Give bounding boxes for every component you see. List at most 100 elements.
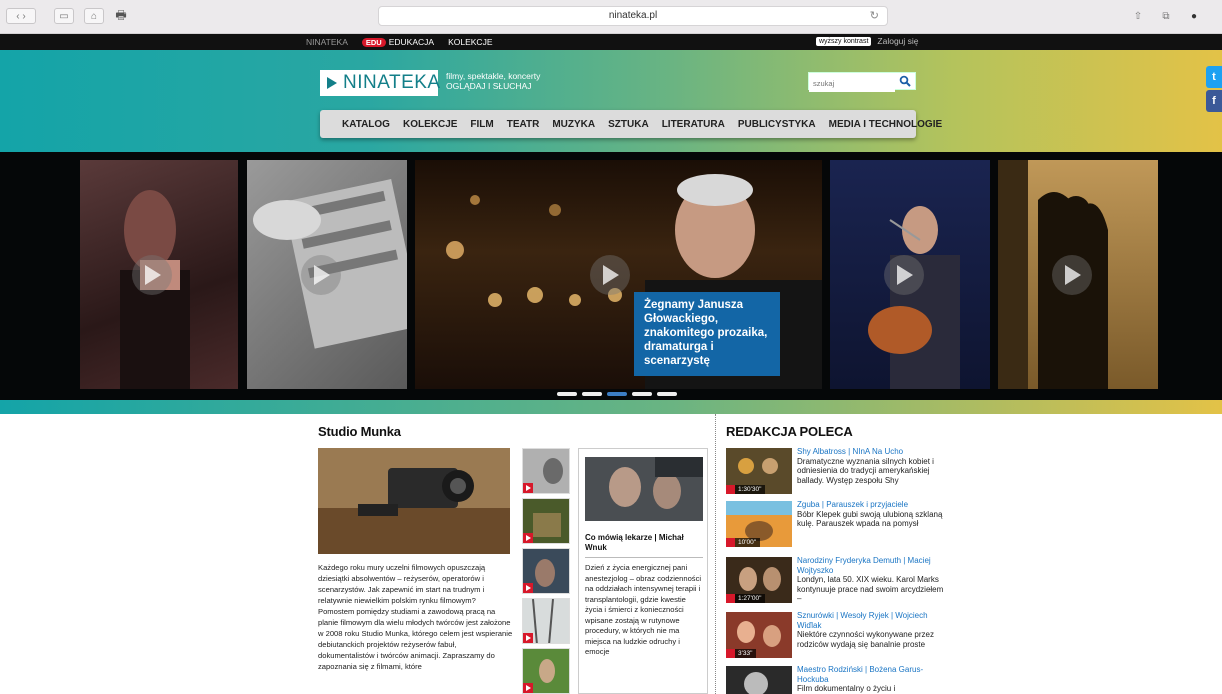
nav-muzyka[interactable]: MUZYKA [552,119,595,130]
recommended-thumb: 10'00" [726,501,792,547]
top-link-edukacja[interactable]: EDU EDUKACJA [361,37,435,47]
downloads-icon[interactable]: ● [1184,8,1204,24]
studio-thumb-3[interactable] [522,548,570,594]
main-nav: KATALOG KOLEKCJE FILM TEATR MUZYKA SZTUK… [320,110,942,138]
play-icon[interactable] [523,533,533,543]
print-icon[interactable]: 🖶 [112,8,130,24]
thumb-image [726,666,792,694]
recommended-desc: Niektóre czynności wykonywane przez rodz… [797,630,934,649]
recommended-title[interactable]: Shy Albatross | NInA Na Ucho [797,447,949,457]
studio-munka-heading: Studio Munka [318,424,401,439]
recommended-desc: Bóbr Klepek gubi swoją ulubioną szklaną … [797,509,943,529]
tagline-line1: filmy, spektakle, koncerty [446,71,541,81]
logo-text: NINATEKA [343,72,441,93]
search-icon[interactable] [899,75,911,87]
tagline: filmy, spektakle, koncerty OGLĄDAJ I SŁU… [446,71,540,91]
recommended-text: Maestro Rodziński | Bożena Garus-Hockuba… [797,665,949,693]
top-link-kolekcje[interactable]: KOLEKCJE [448,37,492,47]
studio-munka-image[interactable] [318,448,510,554]
site-header: NINATEKA filmy, spektakle, koncerty OGLĄ… [0,50,1222,152]
tagline-line2: OGLĄDAJ I SŁUCHAJ [446,81,532,91]
play-icon[interactable] [1052,255,1092,295]
slide-5[interactable] [998,160,1158,389]
duration-badge: 1:30'30" [726,485,766,494]
nav-film[interactable]: FILM [470,119,493,130]
high-contrast-button[interactable]: wyższy kontrast [816,36,872,46]
recommended-title[interactable]: Maestro Rodziński | Bożena Garus-Hockuba [797,665,949,684]
card-divider [585,557,703,558]
recommended-title[interactable]: Sznurówki | Wesoły Ryjek | Wojciech Wiďl… [797,611,949,630]
recommended-text: Narodziny Fryderyka Demuth | Maciej Wojt… [797,556,949,604]
recommended-desc: Dramatyczne wyznania silnych kobiet i od… [797,456,934,485]
carousel-dot-active[interactable] [607,392,627,396]
home-icon[interactable]: ⌂ [84,8,104,24]
share-icon[interactable]: ⇧ [1128,8,1148,24]
carousel-dot[interactable] [632,392,652,396]
nav-teatr[interactable]: TEATR [507,119,540,130]
play-icon[interactable] [132,255,172,295]
play-icon[interactable] [523,583,533,593]
play-icon[interactable] [590,255,630,295]
recommended-item[interactable]: 10'00" Zguba | Parauszek i przyjaciele B… [726,500,949,549]
top-link-ninateka[interactable]: NINATEKA [306,37,348,47]
carousel-dot[interactable] [557,392,577,396]
back-forward-buttons[interactable]: ‹ › [6,8,36,24]
nav-sztuka[interactable]: SZTUKA [608,119,649,130]
card-title[interactable]: Co mówią lekarze | Michał Wnuk [585,533,703,553]
login-link[interactable]: Zaloguj się [877,36,918,46]
carousel-dot[interactable] [582,392,602,396]
recommended-item[interactable]: Maestro Rodziński | Bożena Garus-Hockuba… [726,665,949,694]
duration-badge: 10'00" [726,538,761,547]
nav-media[interactable]: MEDIA I TECHNOLOGIE [829,119,943,130]
card-image [585,457,703,521]
recommended-desc: Londyn, lata 50. XIX wieku. Karol Marks … [797,575,944,603]
edukacja-label: EDUKACJA [388,37,435,47]
gradient-divider [0,400,1222,414]
play-icon[interactable] [301,255,341,295]
column-divider [715,414,716,694]
logo[interactable]: NINATEKA [320,70,441,96]
recommended-title[interactable]: Zguba | Parauszek i przyjaciele [797,500,949,510]
recommended-item[interactable]: 1:27'00" Narodziny Fryderyka Demuth | Ma… [726,556,949,605]
play-icon[interactable] [884,255,924,295]
slide-2[interactable] [247,160,407,389]
nav-katalog[interactable]: KATALOG [342,119,390,130]
recommended-item[interactable]: 3'33" Sznurówki | Wesoły Ryjek | Wojciec… [726,611,949,660]
play-icon[interactable] [523,633,533,643]
sidebar-toggle-icon[interactable]: ▭ [54,8,74,24]
slide-4[interactable] [830,160,990,389]
recommended-item[interactable]: 1:30'30" Shy Albatross | NInA Na Ucho Dr… [726,447,949,496]
recommended-title[interactable]: Narodziny Fryderyka Demuth | Maciej Wojt… [797,556,949,575]
twitter-icon[interactable]: t [1206,66,1222,88]
search-input[interactable] [809,75,895,92]
browser-toolbar: ‹ › ▭ ⌂ 🖶 ninateka.pl ↻ ⇧ ⧉ ● [0,0,1222,34]
reload-icon[interactable]: ↻ [870,7,879,25]
featured-caption[interactable]: Żegnamy Janusza Głowackiego, znakomitego… [634,292,780,376]
address-bar[interactable]: ninateka.pl ↻ [378,6,888,26]
facebook-icon[interactable]: f [1206,90,1222,112]
nav-literatura[interactable]: LITERATURA [662,119,725,130]
studio-thumb-2[interactable] [522,498,570,544]
nav-kolekcje[interactable]: KOLEKCJE [403,119,457,130]
search-box [808,72,916,92]
play-icon[interactable] [523,683,533,693]
studio-thumb-5[interactable] [522,648,570,694]
play-icon[interactable] [523,483,533,493]
duration-badge: 1:27'00" [726,594,766,603]
recommended-text: Shy Albatross | NInA Na Ucho Dramatyczne… [797,447,949,495]
recommended-heading: REDAKCJA POLECA [726,424,853,439]
duration-badge: 3'33" [726,649,757,658]
tabs-icon[interactable]: ⧉ [1156,8,1176,24]
carousel-dot[interactable] [657,392,677,396]
featured-video-card[interactable]: Co mówią lekarze | Michał Wnuk Dzień z ż… [578,448,708,694]
studio-thumb-4[interactable] [522,598,570,644]
recommended-thumb: 1:30'30" [726,448,792,494]
recommended-thumb: 3'33" [726,612,792,658]
card-description: Dzień z życia energicznej pani anestezjo… [585,563,702,656]
studio-thumb-1[interactable] [522,448,570,494]
slide-1[interactable] [80,160,238,389]
camera-image [318,448,510,554]
nav-publicystyka[interactable]: PUBLICYSTYKA [738,119,816,130]
studio-munka-text: Każdego roku mury uczelni filmowych opus… [318,563,513,671]
featured-carousel [0,152,1222,400]
